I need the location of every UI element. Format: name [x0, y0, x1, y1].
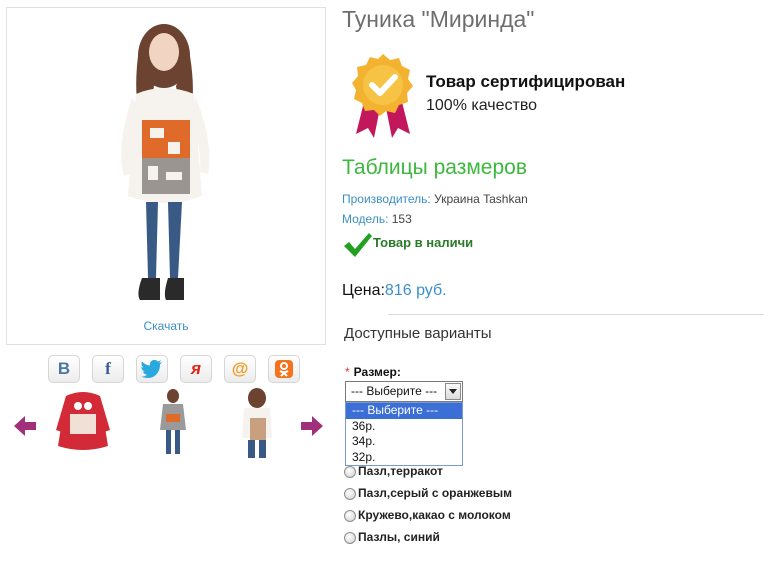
twitter-icon	[141, 360, 162, 378]
color-option[interactable]: Кружево,какао с молоком	[344, 508, 511, 522]
manufacturer-row: Производитель: Украина Tashkan	[342, 192, 528, 206]
certified-badge-icon	[352, 54, 413, 138]
moikrug-share-button[interactable]: я	[180, 355, 212, 383]
radio-button[interactable]	[344, 532, 356, 544]
manufacturer-label: Производитель:	[342, 192, 431, 206]
prev-thumbnail-arrow-icon[interactable]	[12, 413, 38, 439]
product-title: Туника "Миринда"	[342, 6, 535, 32]
price-row: Цена:816 руб.	[342, 282, 447, 300]
radio-button[interactable]	[344, 510, 356, 522]
size-select[interactable]: --- Выберите ---	[345, 381, 463, 402]
twitter-share-button[interactable]	[136, 355, 168, 383]
odnoklassniki-icon	[275, 360, 293, 378]
next-thumbnail-arrow-icon[interactable]	[299, 413, 325, 439]
color-option-label: Кружево,какао с молоком	[358, 508, 511, 522]
mailru-icon: @	[231, 359, 249, 378]
stock-status: Товар в наличи	[373, 235, 474, 250]
share-bar: В f я @	[48, 355, 300, 383]
odnoklassniki-share-button[interactable]	[268, 355, 300, 383]
product-photo	[121, 24, 210, 300]
price-value: 816 руб.	[384, 282, 447, 299]
color-option[interactable]: Пазлы, синий	[344, 530, 440, 544]
main-product-image[interactable]: Скачать	[6, 7, 326, 345]
divider	[388, 314, 764, 315]
size-option[interactable]: 34р.	[346, 434, 462, 450]
download-link[interactable]: Скачать	[7, 319, 325, 333]
certification-subtitle: 100% качество	[426, 97, 538, 114]
mailru-share-button[interactable]: @	[224, 355, 256, 383]
manufacturer-value: Украина Tashkan	[434, 192, 528, 206]
size-option[interactable]: 36р.	[346, 419, 462, 435]
facebook-share-button[interactable]: f	[92, 355, 124, 383]
color-option-label: Пазл,терракот	[358, 464, 443, 478]
size-select-value: --- Выберите ---	[351, 384, 438, 398]
size-label: * Размер:	[345, 365, 401, 379]
facebook-icon: f	[105, 359, 111, 378]
thumbnail-3[interactable]	[226, 384, 288, 462]
vk-icon: В	[57, 359, 71, 378]
moikrug-icon: я	[190, 359, 201, 378]
size-label-text: Размер:	[353, 365, 401, 379]
color-option[interactable]: Пазл,серый с оранжевым	[344, 486, 512, 500]
thumbnail-1[interactable]	[52, 384, 114, 462]
required-mark: *	[345, 365, 350, 379]
size-dropdown-list: --- Выберите --- 36р. 34р. 32р.	[345, 402, 463, 466]
in-stock-check-icon	[344, 233, 372, 257]
thumbnail-2[interactable]	[142, 384, 204, 462]
size-table-link[interactable]: Таблицы размеров	[342, 156, 527, 180]
radio-button[interactable]	[344, 488, 356, 500]
model-value: 153	[391, 212, 412, 226]
variants-heading: Доступные варианты	[344, 325, 492, 342]
chevron-down-icon[interactable]	[445, 383, 461, 400]
color-option-label: Пазлы, синий	[358, 530, 440, 544]
radio-button[interactable]	[344, 466, 356, 478]
color-option-label: Пазл,серый с оранжевым	[358, 486, 512, 500]
price-label: Цена:	[342, 282, 385, 299]
color-option[interactable]: Пазл,терракот	[344, 464, 443, 478]
size-option[interactable]: 32р.	[346, 450, 462, 466]
model-label: Модель:	[342, 212, 389, 226]
vk-share-button[interactable]: В	[48, 355, 80, 383]
certification-title: Товар сертифицирован	[426, 72, 626, 91]
size-option[interactable]: --- Выберите ---	[346, 403, 462, 419]
model-row: Модель: 153	[342, 212, 412, 226]
